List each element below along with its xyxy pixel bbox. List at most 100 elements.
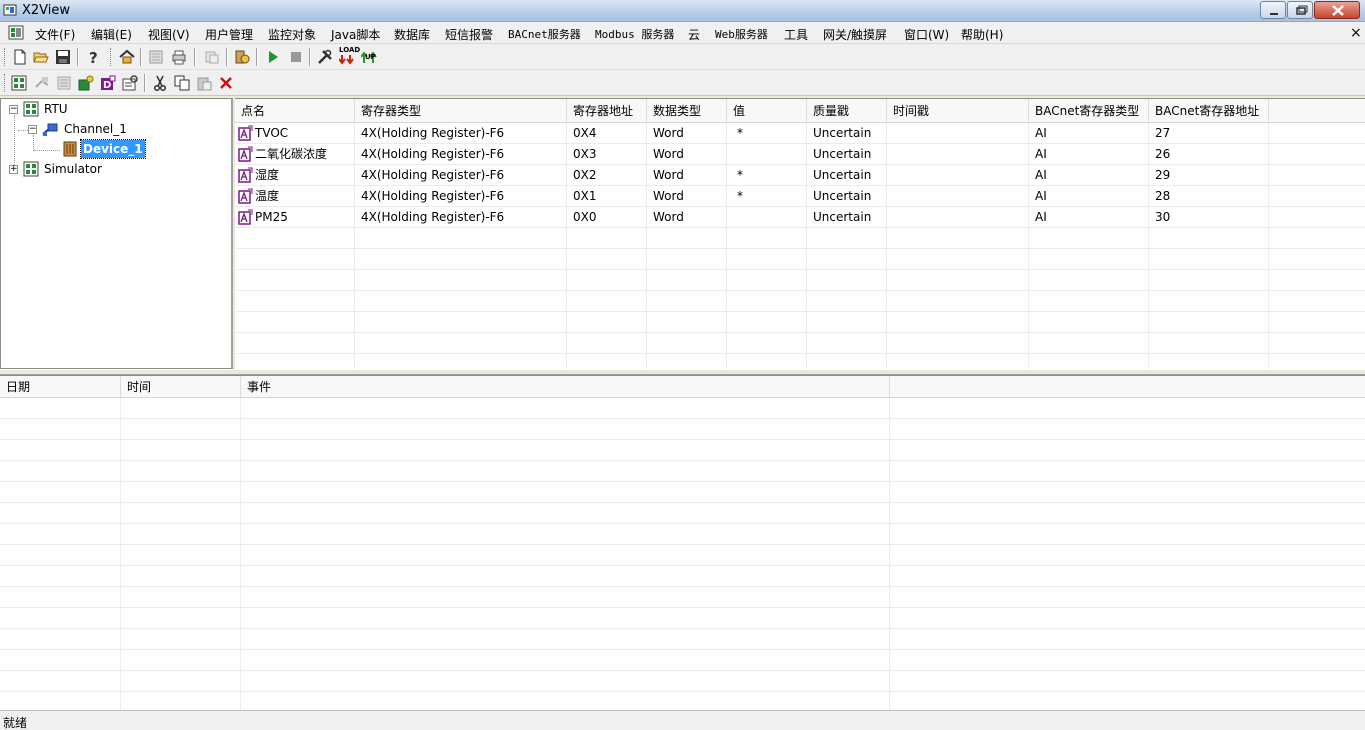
toolbar-grip[interactable] [4,48,7,66]
table-row[interactable]: TVOC 4X(Holding Register)-F6 0X4 Word * Uncer… [235,123,1365,144]
cell-register-type: 4X(Holding Register)-F6 [355,144,567,165]
copy-icon[interactable] [174,75,190,91]
minimize-button[interactable] [1260,1,1286,19]
cell-data-type [647,228,727,249]
menu-edit[interactable]: 编辑(E) [91,26,132,43]
close-icon [1332,5,1344,16]
cell-timestamp [887,144,1029,165]
points-table[interactable]: 点名 寄存器类型 寄存器地址 数据类型 值 质量戳 时间戳 BACnet寄存器类… [235,98,1365,369]
home-icon[interactable] [119,49,135,65]
save-icon[interactable] [55,49,71,65]
column-header-event[interactable]: 事件 [241,376,890,398]
print-icon[interactable] [171,49,187,65]
simulator-icon [23,161,39,177]
menu-user-management[interactable]: 用户管理 [205,26,253,43]
cell-timestamp [887,207,1029,228]
properties-icon[interactable] [122,75,138,91]
collapse-icon[interactable]: − [28,125,37,134]
cell-point-name: PM25 [235,207,355,228]
event-row-empty [0,608,1365,629]
menu-modbus-server[interactable]: Modbus 服务器 [595,26,674,42]
toolbar-separator [226,48,228,66]
menu-database[interactable]: 数据库 [394,26,430,43]
cut-icon[interactable] [152,75,168,91]
cell-bacnet-type: AI [1029,207,1149,228]
tools-icon[interactable] [317,49,333,65]
table-row[interactable]: 二氧化碳浓度 4X(Holding Register)-F6 0X3 Word Unce… [235,144,1365,165]
column-header-data-type[interactable]: 数据类型 [647,99,727,123]
table-row[interactable]: 温度 4X(Holding Register)-F6 0X1 Word * Uncerta… [235,186,1365,207]
event-row-empty [0,587,1365,608]
cell-timestamp [887,228,1029,249]
cell-value [727,228,807,249]
run-icon[interactable] [265,49,281,65]
menu-view[interactable]: 视图(V) [148,26,190,43]
delete-icon[interactable] [218,75,234,91]
up-icon[interactable]: UP [361,49,377,65]
add-rtu-icon[interactable] [11,75,27,91]
column-header-time[interactable]: 时间 [121,376,241,398]
cell-data-type [647,249,727,270]
cell-bacnet-address: 29 [1149,165,1269,186]
cell-register-type [355,354,567,369]
cell-bacnet-address: 26 [1149,144,1269,165]
table-row-empty [235,270,1365,291]
stop-icon[interactable] [288,49,304,65]
add-point-icon[interactable] [78,75,94,91]
title-bar: X2View [0,0,1365,22]
cell-register-type: 4X(Holding Register)-F6 [355,165,567,186]
close-button[interactable] [1314,1,1360,19]
tree-node-label: Simulator [44,162,102,176]
object-tree[interactable]: − RTU − Channel_1 Device_1 + Simulator [0,98,233,369]
column-header-quality[interactable]: 质量戳 [807,99,887,123]
menu-sms-alarm[interactable]: 短信报警 [445,26,493,43]
event-row-empty [0,419,1365,440]
cell-point-name: 湿度 [235,165,355,186]
cell-data-type: Word [647,144,727,165]
column-header-date[interactable]: 日期 [0,376,121,398]
column-header-bacnet-address[interactable]: BACnet寄存器地址 [1149,99,1269,123]
event-row-empty [0,671,1365,692]
column-header-value[interactable]: 值 [727,99,807,123]
cell-timestamp [887,249,1029,270]
cell-value [727,207,807,228]
cell-value [727,291,807,312]
document-close-icon[interactable]: × [1350,25,1362,41]
toolbar-grip[interactable] [4,74,7,92]
cell-quality: Uncertain [807,207,887,228]
tree-connector [34,150,60,151]
menu-window[interactable]: 窗口(W) [904,26,949,43]
bacnet-icon[interactable]: D [100,75,116,91]
new-icon[interactable] [12,49,28,65]
column-header-timestamp[interactable]: 时间戳 [887,99,1029,123]
menu-file[interactable]: 文件(F) [35,26,75,43]
help-icon[interactable]: ? [86,49,102,65]
menu-help[interactable]: 帮助(H) [961,26,1003,43]
menu-gateway-touchscreen[interactable]: 网关/触摸屏 [823,26,887,43]
column-header-point-name[interactable]: 点名 [235,99,355,123]
collapse-icon[interactable]: − [9,105,18,114]
column-header-register-address[interactable]: 寄存器地址 [567,99,647,123]
table-row[interactable]: PM25 4X(Holding Register)-F6 0X0 Word Uncert… [235,207,1365,228]
cell-bacnet-type [1029,270,1149,291]
menu-tools[interactable]: 工具 [784,26,808,43]
event-log-table[interactable]: 日期 时间 事件 [0,375,1365,710]
document-icon[interactable] [8,25,24,41]
cell-point-name [235,249,355,270]
maximize-button[interactable] [1287,1,1313,19]
menu-bacnet-server[interactable]: BACnet服务器 [508,26,581,42]
table-row[interactable]: 湿度 4X(Holding Register)-F6 0X2 Word * Uncerta… [235,165,1365,186]
device-scan-icon[interactable] [234,49,250,65]
menu-java-script[interactable]: Java脚本 [331,26,380,43]
menu-web-server[interactable]: Web服务器 [715,26,768,42]
column-header-bacnet-type[interactable]: BACnet寄存器类型 [1029,99,1149,123]
column-header-register-type[interactable]: 寄存器类型 [355,99,567,123]
tree-connector [18,130,28,131]
expand-icon[interactable]: + [9,165,18,174]
menu-monitor-objects[interactable]: 监控对象 [268,26,316,43]
menu-cloud[interactable]: 云 [688,26,700,43]
load-icon[interactable]: LOAD [339,46,360,65]
cell-point-name [235,228,355,249]
toolbar-grip[interactable] [110,48,113,66]
open-icon[interactable] [33,49,49,65]
